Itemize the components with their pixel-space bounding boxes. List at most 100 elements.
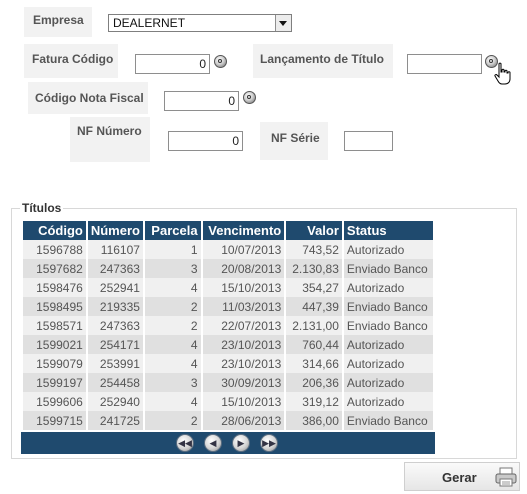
nf-serie-input[interactable] xyxy=(344,131,393,151)
cell-vencimento: 28/06/2013 xyxy=(202,411,285,430)
cell-valor: 386,00 xyxy=(286,411,342,430)
cell-parcela: 1 xyxy=(144,240,201,259)
column-header-vencimento[interactable]: Vencimento xyxy=(202,221,285,240)
cell-valor: 760,44 xyxy=(286,335,342,354)
cell-numero: 253991 xyxy=(87,354,143,373)
cell-vencimento: 30/09/2013 xyxy=(202,373,285,392)
table-row[interactable]: 1599079 253991 4 23/10/2013 314,66 Autorizado xyxy=(23,354,433,373)
table-row[interactable]: 1597682 247363 3 20/08/2013 2.130,83 Enviado … xyxy=(23,259,433,278)
cell-status: Autorizado xyxy=(343,240,433,259)
table-row[interactable]: 1599715 241725 2 28/06/2013 386,00 Enviado Ba… xyxy=(23,411,433,430)
titulos-legend: Títulos xyxy=(22,201,62,215)
last-page-icon[interactable]: ▶▶ xyxy=(260,434,278,452)
column-header-valor[interactable]: Valor xyxy=(286,221,342,240)
empresa-select[interactable]: DEALERNET xyxy=(108,14,292,32)
cell-valor: 2.131,00 xyxy=(286,316,342,335)
cell-valor: 319,12 xyxy=(286,392,342,411)
cell-codigo: 1598476 xyxy=(23,278,86,297)
lancamento-titulo-input[interactable] xyxy=(407,54,482,74)
fatura-label: Fatura Código xyxy=(32,52,114,66)
hand-cursor-icon xyxy=(494,62,511,85)
cell-vencimento: 20/08/2013 xyxy=(202,259,285,278)
cell-status: Enviado Banco xyxy=(343,316,433,335)
cell-status: Autorizado xyxy=(343,354,433,373)
empresa-select-value: DEALERNET xyxy=(113,16,186,30)
cell-codigo: 1599197 xyxy=(23,373,86,392)
table-row[interactable]: 1599197 254458 3 30/09/2013 206,36 Autorizado xyxy=(23,373,433,392)
table-pager: ◀◀ ◀ ▶ ▶▶ xyxy=(21,432,435,454)
cell-parcela: 2 xyxy=(144,297,201,316)
cell-parcela: 2 xyxy=(144,316,201,335)
column-header-parcela[interactable]: Parcela xyxy=(144,221,201,240)
cell-numero: 247363 xyxy=(87,259,143,278)
cell-status: Enviado Banco xyxy=(343,259,433,278)
table-header-row: Código Número Parcela Vencimento Valor S… xyxy=(23,221,433,240)
cell-parcela: 4 xyxy=(144,392,201,411)
column-header-status[interactable]: Status xyxy=(343,221,433,240)
cell-vencimento: 11/03/2013 xyxy=(202,297,285,316)
cell-parcela: 4 xyxy=(144,335,201,354)
cell-valor: 2.130,83 xyxy=(286,259,342,278)
cell-valor: 314,66 xyxy=(286,354,342,373)
cell-status: Autorizado xyxy=(343,335,433,354)
gerar-button[interactable]: Gerar xyxy=(404,462,520,491)
table-row[interactable]: 1596788 116107 1 10/07/2013 743,52 Autorizado xyxy=(23,240,433,259)
fatura-label-box: Fatura Código xyxy=(24,44,118,78)
cell-vencimento: 23/10/2013 xyxy=(202,354,285,373)
lancamento-label: Lançamento de Título xyxy=(260,52,385,66)
cell-numero: 254458 xyxy=(87,373,143,392)
table-row[interactable]: 1598476 252941 4 15/10/2013 354,27 Autorizado xyxy=(23,278,433,297)
table-row[interactable]: 1598571 247363 2 22/07/2013 2.131,00 Enviado … xyxy=(23,316,433,335)
cell-numero: 252940 xyxy=(87,392,143,411)
column-header-codigo[interactable]: Código xyxy=(23,221,86,240)
nf-numero-label: NF Número xyxy=(77,124,142,138)
cell-parcela: 3 xyxy=(144,259,201,278)
nf-numero-input[interactable] xyxy=(168,131,243,151)
nf-serie-label: NF Série xyxy=(271,131,320,145)
cell-status: Enviado Banco xyxy=(343,297,433,316)
table-row[interactable]: 1599606 252940 4 15/10/2013 319,12 Autorizado xyxy=(23,392,433,411)
cell-numero: 219335 xyxy=(87,297,143,316)
table-row[interactable]: 1599021 254171 4 23/10/2013 760,44 Autorizado xyxy=(23,335,433,354)
fatura-search-icon[interactable] xyxy=(214,55,227,68)
cell-numero: 241725 xyxy=(87,411,143,430)
cell-valor: 354,27 xyxy=(286,278,342,297)
first-page-icon[interactable]: ◀◀ xyxy=(176,434,194,452)
cell-valor: 447,39 xyxy=(286,297,342,316)
cell-status: Autorizado xyxy=(343,373,433,392)
cell-codigo: 1599079 xyxy=(23,354,86,373)
nf-serie-label-box: NF Série xyxy=(260,122,328,160)
nota-search-icon[interactable] xyxy=(243,91,256,104)
chevron-down-icon[interactable] xyxy=(275,15,291,31)
column-header-numero[interactable]: Número xyxy=(87,221,143,240)
prev-page-icon[interactable]: ◀ xyxy=(204,434,222,452)
nota-label-box: Código Nota Fiscal xyxy=(28,82,148,114)
table-row[interactable]: 1598495 219335 2 11/03/2013 447,39 Enviado Ba… xyxy=(23,297,433,316)
cell-numero: 252941 xyxy=(87,278,143,297)
cell-vencimento: 10/07/2013 xyxy=(202,240,285,259)
cell-parcela: 4 xyxy=(144,278,201,297)
empresa-label: Empresa xyxy=(33,13,84,27)
nota-label: Código Nota Fiscal xyxy=(35,91,144,105)
cell-codigo: 1598571 xyxy=(23,316,86,335)
cell-numero: 254171 xyxy=(87,335,143,354)
codigo-nota-fiscal-input[interactable] xyxy=(164,91,239,111)
cell-parcela: 2 xyxy=(144,411,201,430)
cell-codigo: 1598495 xyxy=(23,297,86,316)
cell-numero: 116107 xyxy=(87,240,143,259)
cell-vencimento: 15/10/2013 xyxy=(202,392,285,411)
cell-valor: 743,52 xyxy=(286,240,342,259)
printer-icon xyxy=(495,467,517,487)
fatura-codigo-input[interactable] xyxy=(135,54,210,74)
cell-status: Autorizado xyxy=(343,392,433,411)
cell-codigo: 1597682 xyxy=(23,259,86,278)
cell-valor: 206,36 xyxy=(286,373,342,392)
next-page-icon[interactable]: ▶ xyxy=(232,434,250,452)
cell-codigo: 1596788 xyxy=(23,240,86,259)
cell-codigo: 1599606 xyxy=(23,392,86,411)
cell-vencimento: 23/10/2013 xyxy=(202,335,285,354)
gerar-label: Gerar xyxy=(442,470,477,485)
cell-vencimento: 15/10/2013 xyxy=(202,278,285,297)
cell-parcela: 4 xyxy=(144,354,201,373)
cell-codigo: 1599715 xyxy=(23,411,86,430)
